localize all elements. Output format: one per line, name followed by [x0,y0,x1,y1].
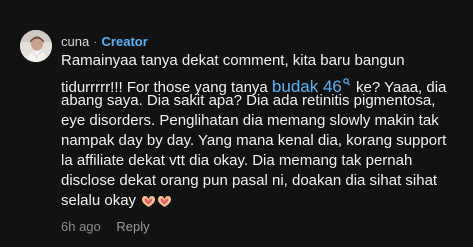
comment-line: nampak day by day. Yang mana kenal dia, … [61,132,447,149]
comment-line: selalu okay [61,191,467,211]
comment-line: tidurrrrr!!! For those yang tanya budak … [61,71,467,96]
comment-header: cuna · Creator [61,33,148,49]
creator-badge: Creator [101,33,148,49]
comment-text-segment: selalu okay [61,192,137,209]
comment-text: Ramainyaa tanya dekat comment, kita baru… [61,51,467,211]
profile-photo-avatar-icon [20,30,52,62]
heart-hands-emoji-icon [141,194,156,214]
timestamp: 6h ago [61,219,101,234]
comment-line: la affiliate dekat vtt dia okay. Dia mem… [61,152,413,169]
search-icon [343,71,350,91]
comment-line: abang saya. Dia sakit apa? Dia ada retin… [61,92,436,109]
comment: cuna · Creator Ramainyaa tanya dekat com… [0,0,473,247]
comment-footer: 6h ago Reply [61,219,150,234]
comment-line: eye disorders. Penglihatan dia memang sl… [61,112,439,129]
comment-line: Ramainyaa tanya dekat comment, kita baru… [61,52,405,69]
avatar[interactable] [20,30,52,62]
comment-line: disclose dekat orang pun pasal ni, doaka… [61,172,438,189]
heart-hands-emoji-icon [157,194,172,214]
username[interactable]: cuna [61,34,89,49]
separator-dot: · [93,33,98,49]
reply-button[interactable]: Reply [116,219,149,234]
